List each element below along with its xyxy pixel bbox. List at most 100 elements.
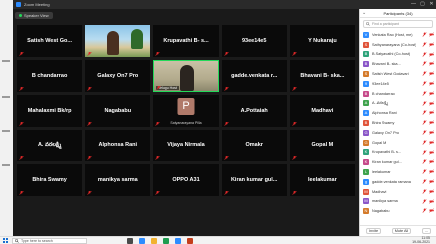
video-off-icon[interactable] — [429, 110, 434, 116]
participant-row[interactable]: G Gopal M — [360, 138, 436, 148]
participant-row[interactable]: 9 93ee14e5 — [360, 79, 436, 89]
taskbar-search-input[interactable]: Type here to search — [12, 237, 87, 244]
invite-button[interactable]: Invite — [366, 228, 382, 234]
participant-row[interactable]: K Kiran kumar gul... — [360, 157, 436, 167]
edge-icon[interactable] — [139, 237, 145, 244]
video-off-icon[interactable] — [429, 140, 434, 145]
participant-row[interactable]: Mmanikya sarma — [360, 197, 436, 207]
participant-tile[interactable]: 93ee14e5 — [221, 25, 287, 57]
participant-row[interactable]: G Galaxy On7 Pro — [360, 128, 436, 138]
file-explorer-icon[interactable] — [151, 237, 157, 244]
video-off-icon[interactable] — [429, 179, 434, 184]
mic-muted-icon[interactable] — [422, 189, 427, 194]
participant-tile[interactable]: Galaxy On7 Pro — [85, 59, 151, 92]
task-view-icon[interactable] — [127, 237, 133, 244]
view-toggle[interactable]: Speaker View — [15, 12, 53, 19]
participant-tile[interactable]: P Satyanarayana Pilla — [153, 94, 219, 127]
mic-muted-icon[interactable] — [422, 91, 427, 96]
mic-muted-icon[interactable] — [422, 149, 427, 155]
video-off-icon[interactable] — [429, 51, 434, 57]
participant-row[interactable]: B B.Satyavathi (Co-host) — [360, 50, 436, 60]
participant-row[interactable]: B Bhira Swamy — [360, 118, 436, 128]
participant-row[interactable]: A Alphonsa Rani — [360, 108, 436, 118]
participant-tile[interactable]: Vijaya Nirmala — [153, 129, 219, 162]
video-off-icon[interactable] — [429, 120, 434, 125]
participant-tile[interactable]: Mahalaxmi Bk/rp — [17, 94, 83, 127]
participant-search-input[interactable]: Find a participant — [363, 20, 433, 28]
video-off-icon[interactable] — [429, 91, 434, 96]
mute-all-button[interactable]: Mute All — [391, 228, 412, 234]
participant-row[interactable]: A A. వరలక్ష్మి — [360, 99, 436, 109]
participant-tile[interactable]: gadde.venkata r... — [221, 59, 287, 92]
video-off-icon[interactable] — [429, 42, 434, 47]
participant-tile[interactable]: Gopal M — [289, 129, 355, 162]
mic-muted-icon[interactable] — [422, 110, 427, 116]
participant-row[interactable]: Lleelakumar — [360, 167, 436, 177]
mic-muted-icon[interactable] — [422, 42, 427, 47]
mic-muted-icon[interactable] — [422, 32, 427, 37]
chrome-icon[interactable] — [163, 237, 169, 244]
mic-muted-icon[interactable] — [422, 159, 427, 165]
participant-tile[interactable]: B chandarrao — [17, 59, 83, 92]
video-off-icon[interactable] — [429, 149, 434, 155]
participant-row[interactable]: g gadde.venkata ramana — [360, 177, 436, 187]
chevron-down-icon[interactable]: ⌄ — [362, 10, 366, 16]
participant-tile[interactable]: Bhira Swamy — [17, 164, 83, 197]
participant-video[interactable] — [85, 25, 151, 57]
mic-muted-icon[interactable] — [422, 198, 427, 204]
participant-tile[interactable]: Satish West Go... — [17, 25, 83, 57]
video-off-icon[interactable] — [429, 159, 434, 165]
participant-row[interactable]: B Bhavani B- ska... — [360, 59, 436, 69]
maximize-button[interactable]: ▢ — [418, 0, 427, 9]
zoom-taskbar-icon[interactable] — [175, 237, 181, 244]
participant-row[interactable]: BB chandarrao — [360, 89, 436, 99]
video-off-icon[interactable] — [429, 130, 434, 135]
video-off-icon[interactable] — [429, 198, 434, 204]
active-speaker-video[interactable]: Telugu Host — [153, 59, 219, 92]
participant-tile[interactable]: Omakr — [221, 129, 287, 162]
windows-start-icon[interactable] — [3, 238, 8, 243]
mic-muted-icon[interactable] — [422, 51, 427, 57]
participant-tile[interactable]: Nagababu — [85, 94, 151, 127]
system-clock[interactable]: 11:05 19-06-2021 — [412, 236, 430, 244]
video-off-icon[interactable] — [429, 208, 434, 214]
video-off-icon[interactable] — [429, 81, 434, 86]
participant-tile[interactable]: A.Pottaiah — [221, 94, 287, 127]
participant-tile[interactable]: Alphonsa Rani — [85, 129, 151, 162]
participant-tile[interactable]: Bhavani B- ska... — [289, 59, 355, 92]
participant-tile[interactable]: Madhavi — [289, 94, 355, 127]
participant-row[interactable]: S Satish West Godavari — [360, 69, 436, 79]
title-bar[interactable]: Zoom Meeting — ▢ ✕ — [13, 0, 436, 9]
close-button[interactable]: ✕ — [427, 0, 436, 9]
more-button[interactable]: ... — [421, 228, 431, 234]
participant-tile[interactable]: Kiran kumar gul... — [221, 164, 287, 197]
mic-muted-icon[interactable] — [422, 71, 427, 76]
participant-tile[interactable]: leelakumar — [289, 164, 355, 197]
mic-muted-icon[interactable] — [422, 169, 427, 174]
participant-row[interactable]: N Nagababu — [360, 206, 436, 216]
video-off-icon[interactable] — [429, 32, 434, 37]
mic-muted-icon[interactable] — [422, 130, 427, 135]
mic-muted-icon[interactable] — [422, 100, 427, 106]
mic-muted-icon[interactable] — [422, 140, 427, 145]
participant-tile[interactable]: Y Nukaraju — [289, 25, 355, 57]
participant-row[interactable]: S Sathyanarayana (Co-host) — [360, 40, 436, 50]
participant-row[interactable]: K Krupavathi B- s... — [360, 148, 436, 158]
mic-muted-icon[interactable] — [422, 208, 427, 214]
participant-row[interactable]: M Madhavi — [360, 187, 436, 197]
mic-muted-icon[interactable] — [422, 179, 427, 184]
video-off-icon[interactable] — [429, 169, 434, 174]
video-off-icon[interactable] — [429, 100, 434, 106]
office-icon[interactable] — [187, 237, 193, 244]
video-off-icon[interactable] — [429, 189, 434, 194]
video-off-icon[interactable] — [429, 61, 434, 67]
video-off-icon[interactable] — [429, 71, 434, 76]
participant-tile[interactable]: manikya sarma — [85, 164, 151, 197]
mic-muted-icon[interactable] — [422, 81, 427, 86]
mic-muted-icon[interactable] — [422, 61, 427, 67]
mic-muted-icon[interactable] — [422, 120, 427, 125]
minimize-button[interactable]: — — [409, 0, 418, 9]
participant-row[interactable]: V Venkata Rao (Host, me) — [360, 30, 436, 40]
participant-tile[interactable]: Krupavathi B- s... — [153, 25, 219, 57]
participant-tile[interactable]: A. వరలక్ష్మి — [17, 129, 83, 162]
